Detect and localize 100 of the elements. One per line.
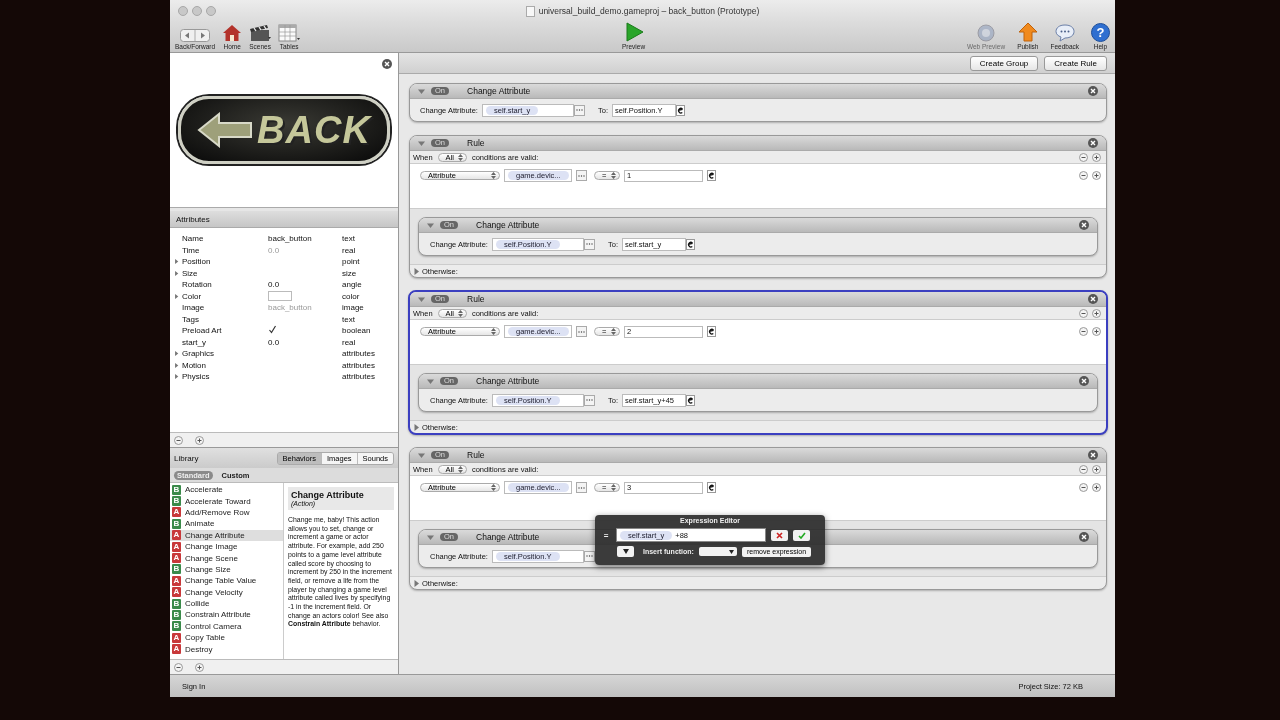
add-icon[interactable] — [1092, 152, 1101, 162]
card-title: Change Attribute — [476, 220, 540, 230]
behavior-item[interactable]: A Change Table Value — [170, 575, 283, 587]
close-icon[interactable] — [1088, 294, 1098, 304]
cancel-button[interactable] — [771, 529, 788, 541]
expression-icon[interactable] — [707, 326, 716, 337]
type-badge: B — [172, 564, 181, 575]
behavior-item[interactable]: A Change Image — [170, 540, 283, 553]
browse-button[interactable] — [583, 550, 595, 562]
remove-icon[interactable] — [174, 662, 183, 672]
remove-icon[interactable] — [1079, 171, 1088, 180]
remove-icon[interactable] — [1079, 464, 1088, 474]
expression-icon[interactable] — [707, 482, 716, 493]
behavior-item[interactable]: B Accelerate Toward — [170, 495, 283, 507]
expression-icon[interactable] — [676, 104, 685, 116]
add-icon[interactable] — [195, 662, 204, 672]
confirm-button[interactable] — [793, 529, 810, 541]
close-icon[interactable] — [1088, 138, 1098, 148]
type-badge: B — [172, 496, 181, 507]
function-select[interactable] — [698, 547, 737, 556]
toolbar-button[interactable]: Create Group — [969, 55, 1039, 71]
add-icon[interactable] — [195, 435, 204, 445]
attribute-row[interactable]: Motion attributes — [170, 359, 398, 371]
attribute-row[interactable]: Preload Art boolean — [170, 325, 398, 337]
disclosure-icon[interactable] — [418, 451, 425, 459]
behavior-item[interactable]: A Add/Remove Row — [170, 506, 283, 519]
attribute-value: back_button — [268, 234, 312, 244]
attribute-row[interactable]: Position point — [170, 256, 398, 268]
expression-icon[interactable] — [686, 394, 695, 406]
behavior-item[interactable]: B Control Camera — [170, 620, 283, 633]
add-icon[interactable] — [1092, 483, 1101, 492]
attribute-type: real — [342, 337, 357, 347]
behavior-item[interactable]: B Collide — [170, 597, 283, 610]
add-icon[interactable] — [1092, 171, 1101, 180]
add-icon[interactable] — [1092, 327, 1101, 336]
attribute-row[interactable]: Color color — [170, 290, 398, 302]
disclosure-icon[interactable] — [427, 377, 434, 385]
behavior-item[interactable]: B Change Size — [170, 563, 283, 576]
disclosure-icon[interactable] — [413, 579, 420, 587]
remove-icon[interactable] — [1079, 327, 1088, 336]
attribute-type: text — [342, 234, 356, 244]
disclosure-icon[interactable] — [413, 423, 420, 431]
remove-icon[interactable] — [1079, 308, 1088, 318]
behavior-item[interactable]: B Animate — [170, 518, 283, 530]
card-title: Change Attribute — [476, 376, 540, 386]
behavior-item[interactable]: A Destroy — [170, 643, 283, 655]
behavior-item[interactable]: A Copy Table — [170, 632, 283, 644]
toolbar-button[interactable]: Create Rule — [1044, 55, 1107, 71]
remove-icon[interactable] — [1079, 152, 1088, 162]
disclosure-icon[interactable] — [427, 221, 434, 229]
color-swatch[interactable] — [268, 291, 292, 302]
add-icon[interactable] — [1092, 308, 1101, 318]
attribute-row[interactable]: Time 0.0 real — [170, 244, 398, 256]
attribute-row[interactable]: Tags text — [170, 313, 398, 325]
attribute-row[interactable]: Image back_button image — [170, 302, 398, 314]
close-icon[interactable] — [1088, 86, 1098, 96]
close-icon[interactable] — [1079, 376, 1089, 386]
attribute-row[interactable]: Graphics attributes — [170, 348, 398, 360]
attribute-name: Tags — [182, 314, 199, 324]
attribute-row[interactable]: Rotation 0.0 angle — [170, 279, 398, 291]
attribute-name: Preload Art — [182, 326, 222, 336]
card-title: Rule — [467, 294, 485, 304]
attribute-name: Graphics — [182, 349, 214, 359]
behavior-item[interactable]: B Constrain Attribute — [170, 609, 283, 621]
attribute-type: real — [342, 245, 357, 255]
card-title: Change Attribute — [476, 532, 540, 542]
menu-button[interactable] — [617, 546, 634, 557]
checkbox[interactable] — [268, 325, 277, 335]
disclosure-icon[interactable] — [418, 295, 425, 303]
attribute-type: attributes — [342, 372, 376, 382]
close-icon[interactable] — [382, 59, 392, 69]
type-badge: A — [172, 632, 181, 643]
caret-icon — [728, 549, 734, 554]
attribute-name: Size — [182, 268, 198, 278]
add-icon[interactable] — [1092, 464, 1101, 474]
disclosure-icon[interactable] — [418, 139, 425, 147]
behavior-item[interactable]: B Accelerate — [170, 484, 283, 496]
expression-icon[interactable] — [686, 238, 695, 250]
operator-label: = — [602, 530, 610, 540]
disclosure-icon[interactable] — [413, 267, 420, 275]
attribute-row[interactable]: Name back_button text — [170, 233, 398, 245]
disclosure-icon[interactable] — [174, 292, 179, 300]
back-forward-control[interactable] — [180, 29, 211, 42]
stepper-arrows-icon — [611, 172, 616, 179]
close-icon[interactable] — [1079, 220, 1089, 230]
close-icon[interactable] — [1088, 450, 1098, 460]
remove-icon[interactable] — [1079, 483, 1088, 492]
disclosure-icon[interactable] — [418, 87, 425, 95]
type-badge: A — [172, 507, 181, 518]
close-icon[interactable] — [1079, 532, 1089, 542]
expression-icon[interactable] — [707, 170, 716, 181]
panel-title: Library — [174, 453, 199, 463]
behavior-item[interactable]: A Change Attribute — [170, 529, 283, 541]
attribute-row[interactable]: start_y 0.0 real — [170, 336, 398, 348]
disclosure-icon[interactable] — [427, 533, 434, 541]
behavior-item[interactable]: A Change Scene — [170, 552, 283, 564]
remove-icon[interactable] — [174, 435, 183, 445]
behavior-item[interactable]: A Change Velocity — [170, 586, 283, 598]
attribute-row[interactable]: Size size — [170, 267, 398, 279]
attribute-row[interactable]: Physics attributes — [170, 371, 398, 383]
